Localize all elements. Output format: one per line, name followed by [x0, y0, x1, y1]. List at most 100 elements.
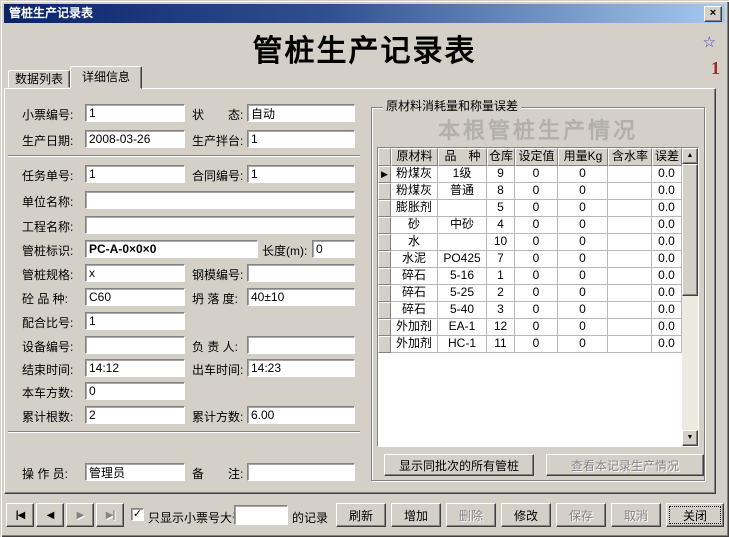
filter-input[interactable]	[234, 505, 288, 525]
table-cell: 0	[558, 302, 608, 319]
table-cell: 5-25	[438, 285, 487, 302]
mix-station-input[interactable]	[247, 130, 355, 148]
table-row[interactable]: 水10000.0	[378, 234, 698, 251]
nav-last-button[interactable]: ▶|	[96, 503, 124, 527]
table-cell: 粉煤灰	[391, 166, 438, 183]
pile-id-input[interactable]	[85, 240, 258, 258]
row-selector[interactable]	[378, 217, 391, 234]
table-cell: 0	[515, 183, 558, 200]
depart-time-input[interactable]	[247, 359, 355, 377]
titlebar[interactable]: 管桩生产记录表 ×	[4, 4, 725, 23]
total-piles-input[interactable]	[85, 406, 185, 424]
column-header[interactable]: 设定值	[515, 148, 558, 166]
column-header[interactable]: 含水率	[608, 148, 652, 166]
view-record-button[interactable]: 查看本记录生产情况	[546, 454, 704, 476]
manager-input[interactable]	[247, 336, 355, 354]
cancel-button[interactable]: 取消	[611, 503, 661, 527]
refresh-button[interactable]: 刷新	[336, 503, 386, 527]
row-selector[interactable]	[378, 251, 391, 268]
table-cell: 膨胀剂	[391, 200, 438, 217]
column-header[interactable]: 用量Kg	[558, 148, 608, 166]
table-row[interactable]: 碎石5-403000.0	[378, 302, 698, 319]
table-cell: 5-16	[438, 268, 487, 285]
table-row[interactable]: ▶粉煤灰1级9000.0	[378, 166, 698, 183]
materials-table[interactable]: 原材料品 种仓库设定值用量Kg含水率误差 ▶粉煤灰1级9000.0粉煤灰普通80…	[377, 147, 699, 447]
truck-volume-label: 本车方数:	[22, 385, 73, 401]
row-selector[interactable]	[378, 268, 391, 285]
prod-date-input[interactable]	[85, 130, 185, 148]
pile-spec-input[interactable]	[85, 264, 185, 282]
show-batch-button[interactable]: 显示同批次的所有管桩	[384, 454, 534, 476]
total-volume-input[interactable]	[247, 406, 355, 424]
selector-column-header	[378, 148, 391, 166]
row-selector[interactable]	[378, 285, 391, 302]
mix-ratio-input[interactable]	[85, 312, 185, 330]
mix-station-label: 生产拌台:	[192, 133, 243, 149]
column-header[interactable]: 品 种	[438, 148, 487, 166]
separator	[8, 431, 360, 433]
task-no-label: 任务单号:	[22, 168, 73, 184]
tab-data-list[interactable]: 数据列表	[8, 70, 70, 88]
table-cell: 0	[515, 200, 558, 217]
truck-volume-input[interactable]	[85, 382, 185, 400]
scroll-thumb[interactable]	[682, 164, 698, 296]
table-cell: 0	[515, 302, 558, 319]
row-selector[interactable]	[378, 302, 391, 319]
filter-checkbox[interactable]: ✓	[131, 508, 144, 521]
table-row[interactable]: 水泥PO4257000.0	[378, 251, 698, 268]
row-selector[interactable]	[378, 234, 391, 251]
operator-input[interactable]	[85, 463, 185, 481]
table-cell: 0.0	[652, 302, 682, 319]
nav-prev-button[interactable]: ◀	[36, 503, 64, 527]
scroll-down-icon[interactable]: ▼	[682, 430, 698, 446]
mold-no-input[interactable]	[247, 264, 355, 282]
save-button[interactable]: 保存	[556, 503, 606, 527]
modify-button[interactable]: 修改	[501, 503, 551, 527]
table-cell: 0.0	[652, 336, 682, 353]
table-cell: 0	[515, 166, 558, 183]
tab-detail-info[interactable]: 详细信息	[70, 66, 142, 89]
filter-label-before: 只显示小票号大于	[148, 510, 244, 526]
table-row[interactable]: 膨胀剂5000.0	[378, 200, 698, 217]
end-time-input[interactable]	[85, 359, 185, 377]
table-cell: 外加剂	[391, 319, 438, 336]
table-row[interactable]: 外加剂HC-111000.0	[378, 336, 698, 353]
row-selector[interactable]	[378, 319, 391, 336]
close-icon[interactable]: ×	[704, 6, 722, 22]
contract-no-input[interactable]	[247, 165, 355, 183]
table-row[interactable]: 碎石5-252000.0	[378, 285, 698, 302]
column-header[interactable]: 误差	[652, 148, 682, 166]
table-cell: 0	[558, 285, 608, 302]
add-button[interactable]: 增加	[391, 503, 441, 527]
concrete-type-input[interactable]	[85, 288, 185, 306]
remark-input[interactable]	[247, 463, 355, 481]
nav-next-button[interactable]: ▶	[66, 503, 94, 527]
project-name-input[interactable]	[85, 216, 355, 234]
column-header[interactable]: 原材料	[391, 148, 438, 166]
row-selector[interactable]: ▶	[378, 166, 391, 183]
row-selector[interactable]	[378, 183, 391, 200]
ticket-no-input[interactable]	[85, 104, 185, 122]
unit-name-input[interactable]	[85, 191, 355, 209]
table-row[interactable]: 外加剂EA-112000.0	[378, 319, 698, 336]
equip-no-input[interactable]	[85, 336, 185, 354]
close-button[interactable]: 关闭	[666, 503, 724, 527]
table-scrollbar[interactable]: ▲ ▼	[682, 148, 698, 446]
task-no-input[interactable]	[85, 165, 185, 183]
table-row[interactable]: 碎石5-161000.0	[378, 268, 698, 285]
table-cell: 中砂	[438, 217, 487, 234]
table-cell: 0.0	[652, 285, 682, 302]
status-input[interactable]	[247, 104, 355, 122]
slump-input[interactable]	[247, 288, 355, 306]
table-cell: 碎石	[391, 302, 438, 319]
length-input[interactable]	[312, 240, 355, 258]
column-header[interactable]: 仓库	[487, 148, 515, 166]
delete-button[interactable]: 删除	[446, 503, 496, 527]
table-row[interactable]: 粉煤灰普通8000.0	[378, 183, 698, 200]
row-selector[interactable]	[378, 200, 391, 217]
row-selector[interactable]	[378, 336, 391, 353]
scroll-up-icon[interactable]: ▲	[682, 148, 698, 164]
nav-first-button[interactable]: |◀	[6, 503, 34, 527]
table-row[interactable]: 砂中砂4000.0	[378, 217, 698, 234]
materials-header: 原材料品 种仓库设定值用量Kg含水率误差	[378, 148, 698, 166]
